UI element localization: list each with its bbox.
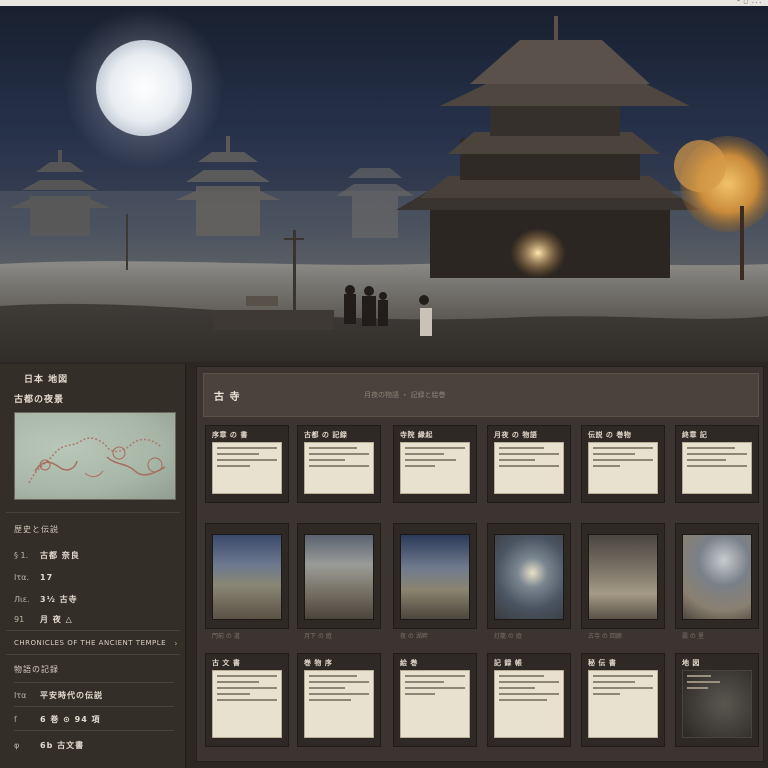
sidebar: 日本 地図 古都の夜景 歴史と伝説 § 1. 古都 奈良 Ιτα. 17 Лιε…	[0, 364, 186, 768]
night-temple-scene	[0, 8, 768, 362]
scene-thumbnail	[682, 534, 752, 620]
image-card[interactable]: 古寺 の 回廊	[581, 523, 665, 640]
image-card[interactable]: 門前 の 道	[205, 523, 289, 640]
divider	[6, 512, 180, 513]
scene-thumbnail	[304, 534, 374, 620]
map-icon	[28, 437, 166, 484]
record-card[interactable]: 絵 巻	[393, 653, 477, 747]
divider	[14, 730, 174, 731]
document-card[interactable]: 月夜 の 物語	[487, 425, 571, 503]
info-row: Ιτα. 17	[14, 572, 54, 582]
main-panel: 古 寺 月夜の物語 ・ 記録と絵巻 序章 の 書 古都 の 記録 寺院 縁起 月…	[196, 366, 764, 762]
document-card[interactable]: 伝説 の 巻物	[581, 425, 665, 503]
sidebar-title: 日本 地図	[24, 375, 69, 385]
record-card[interactable]: 秘 伝 書	[581, 653, 665, 747]
info-row: 91 月 夜 △	[14, 614, 73, 624]
document-card[interactable]: 序章 の 書	[205, 425, 289, 503]
section-heading: 歴史と伝説	[14, 525, 59, 534]
document-preview	[400, 670, 470, 738]
section-heading: 物語の記録	[14, 665, 59, 674]
main-header: 古 寺 月夜の物語 ・ 記録と絵巻	[203, 373, 759, 417]
record-row[interactable]: Ιτα 平安時代の伝説	[14, 688, 174, 702]
divider	[6, 630, 180, 631]
document-preview	[494, 442, 564, 494]
image-card[interactable]: 夜 の 湖畔	[393, 523, 477, 640]
map-thumbnail[interactable]	[14, 412, 176, 500]
hero-illustration	[0, 6, 768, 362]
post	[293, 230, 296, 310]
document-card[interactable]: 終章 記	[675, 425, 759, 503]
moon	[96, 40, 192, 136]
record-card[interactable]: 記 録 帳	[487, 653, 571, 747]
document-preview	[212, 670, 282, 738]
scene-thumbnail	[494, 534, 564, 620]
document-preview	[304, 442, 374, 494]
record-row[interactable]: ſ 6 巻 ⊙ 94 項	[14, 712, 174, 726]
record-card[interactable]: 巻 物 序	[297, 653, 381, 747]
chronicle-link[interactable]: CHRONICLES OF THE ANCIENT TEMPLE ›	[14, 636, 178, 650]
document-preview	[494, 670, 564, 738]
document-preview	[588, 670, 658, 738]
dark-map-preview	[682, 670, 752, 738]
main-temple	[396, 16, 700, 278]
scene-thumbnail	[400, 534, 470, 620]
document-preview	[588, 442, 658, 494]
record-row[interactable]: φ 6b 古文書	[14, 738, 174, 752]
document-preview	[304, 670, 374, 738]
info-row: Лιε. 3½ 古寺	[14, 594, 78, 604]
image-card[interactable]: 霧 の 里	[675, 523, 759, 640]
divider	[14, 682, 174, 683]
document-card[interactable]: 古都 の 記録	[297, 425, 381, 503]
main-subtitle: 月夜の物語 ・ 記録と絵巻	[364, 391, 446, 399]
map-card[interactable]: 地 図	[675, 653, 759, 747]
divider	[14, 706, 174, 707]
window-controls[interactable]: * □ ...	[737, 0, 762, 5]
sidebar-subtitle: 古都の夜景	[14, 395, 65, 405]
document-preview	[400, 442, 470, 494]
image-card[interactable]: 月下 の 庭	[297, 523, 381, 640]
record-card[interactable]: 古 文 書	[205, 653, 289, 747]
chevron-right-icon: ›	[174, 638, 178, 648]
document-preview	[212, 442, 282, 494]
info-row: § 1. 古都 奈良	[14, 550, 80, 560]
scene-thumbnail	[212, 534, 282, 620]
document-preview	[682, 442, 752, 494]
document-card[interactable]: 寺院 縁起	[393, 425, 477, 503]
divider	[6, 654, 180, 655]
image-card[interactable]: 灯籠 の 庭	[487, 523, 571, 640]
scene-thumbnail	[588, 534, 658, 620]
main-title: 古 寺	[214, 392, 241, 403]
